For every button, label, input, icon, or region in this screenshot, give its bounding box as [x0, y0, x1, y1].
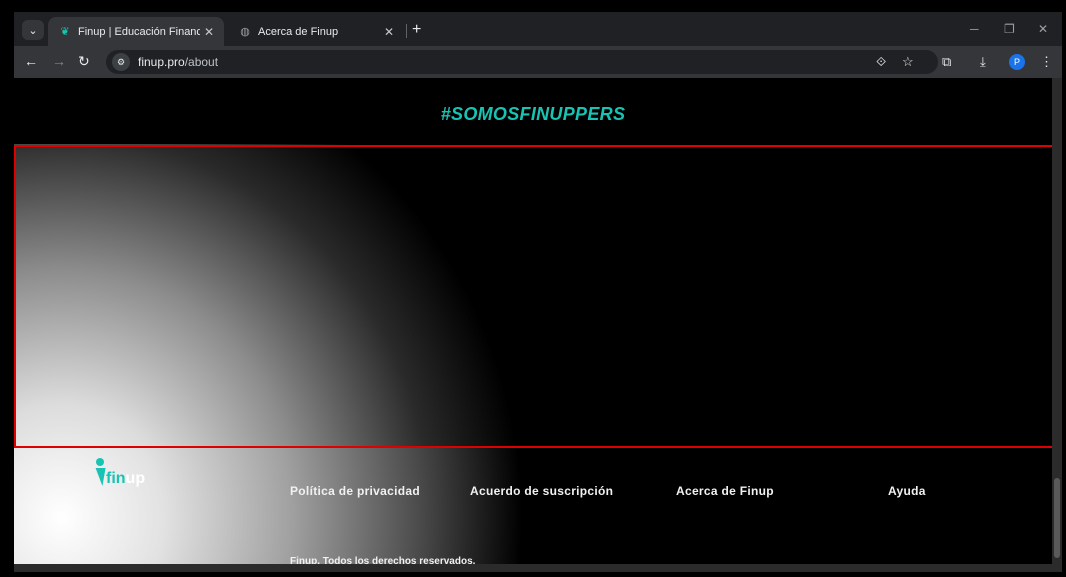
- reload-icon: ↻: [78, 53, 90, 69]
- chevron-down-icon: ⌄: [28, 24, 38, 37]
- plus-icon: +: [412, 21, 422, 38]
- translate-button[interactable]: ⟐: [876, 54, 886, 70]
- menu-button[interactable]: ⋮: [1040, 54, 1053, 70]
- close-icon[interactable]: ✕: [380, 25, 398, 39]
- vertical-scrollbar[interactable]: [1052, 78, 1062, 572]
- puzzle-icon: ⧉: [942, 54, 952, 69]
- footer-link-help[interactable]: Ayuda: [888, 484, 926, 498]
- url-path: /about: [184, 55, 219, 69]
- url-text: finup.pro/about: [138, 55, 218, 69]
- reload-button[interactable]: ↻: [78, 53, 90, 70]
- site-settings-icon[interactable]: ⚙: [112, 53, 130, 71]
- page-viewport: #SOMOSFINUPPERS finup Política de privac…: [14, 78, 1052, 572]
- footer-link-privacy[interactable]: Política de privacidad: [290, 484, 420, 498]
- arrow-left-icon: ←: [24, 53, 38, 69]
- tab-title: Acerca de Finup: [258, 25, 339, 38]
- close-icon: ✕: [1038, 22, 1049, 36]
- footer-link-subscription[interactable]: Acuerdo de suscripción: [470, 484, 613, 498]
- footer-background: [524, 450, 1052, 572]
- logo-dot: [96, 458, 104, 466]
- restore-button[interactable]: ❐: [1004, 22, 1015, 36]
- logo-wordmark: finup: [106, 470, 146, 487]
- tab-search-button[interactable]: ⌄: [22, 20, 44, 40]
- tab-title: Finup | Educación Financiera: [78, 25, 200, 38]
- close-icon[interactable]: ✕: [200, 25, 218, 39]
- hashtag-heading: #SOMOSFINUPPERS: [440, 104, 626, 124]
- tab-finup-home[interactable]: ❦ Finup | Educación Financiera ✕: [48, 17, 224, 46]
- finup-logo[interactable]: finup: [92, 458, 164, 498]
- profile-avatar[interactable]: P: [1009, 54, 1025, 70]
- new-tab-button[interactable]: +: [412, 21, 421, 39]
- horizontal-scrollbar[interactable]: [14, 564, 1052, 572]
- star-icon: ☆: [902, 54, 914, 69]
- finup-logo-icon: ❦: [60, 26, 70, 38]
- logo-mark: [92, 468, 106, 486]
- address-bar[interactable]: ⚙ finup.pro/about: [106, 50, 938, 74]
- back-button[interactable]: ←: [24, 53, 38, 69]
- site-footer: finup Política de privacidad Acuerdo de …: [14, 450, 1052, 572]
- highlight-box: [14, 145, 1052, 448]
- url-host: finup.pro: [138, 55, 185, 69]
- browser-window: ⌄ ❦ Finup | Educación Financiera ✕ ◍ Ace…: [14, 12, 1062, 572]
- footer-link-about[interactable]: Acerca de Finup: [676, 484, 774, 498]
- arrow-right-icon: →: [52, 53, 66, 69]
- more-vertical-icon: ⋮: [1040, 54, 1053, 69]
- browser-toolbar: ← → ↻ ⚙ finup.pro/about ⟐ ☆ ⧉ ⤓ P ⋮: [14, 46, 1062, 78]
- globe-icon: ◍: [240, 26, 250, 38]
- extensions-button[interactable]: ⧉: [942, 54, 951, 70]
- restore-icon: ❐: [1004, 22, 1015, 36]
- scrollbar-thumb[interactable]: [1054, 478, 1060, 558]
- translate-icon: ⟐: [876, 54, 887, 69]
- minimize-icon: ─: [970, 22, 979, 36]
- downloads-button[interactable]: ⤓: [980, 54, 986, 70]
- tab-acerca-de-finup[interactable]: ◍ Acerca de Finup ✕: [228, 17, 404, 46]
- tab-separator: [406, 24, 407, 38]
- bookmark-button[interactable]: ☆: [902, 54, 914, 70]
- minimize-button[interactable]: ─: [970, 22, 979, 36]
- screen-frame: ⌄ ❦ Finup | Educación Financiera ✕ ◍ Ace…: [0, 0, 1066, 577]
- close-window-button[interactable]: ✕: [1038, 22, 1048, 36]
- download-icon: ⤓: [980, 54, 986, 69]
- tab-strip: ⌄ ❦ Finup | Educación Financiera ✕ ◍ Ace…: [14, 12, 1062, 46]
- forward-button[interactable]: →: [52, 53, 66, 69]
